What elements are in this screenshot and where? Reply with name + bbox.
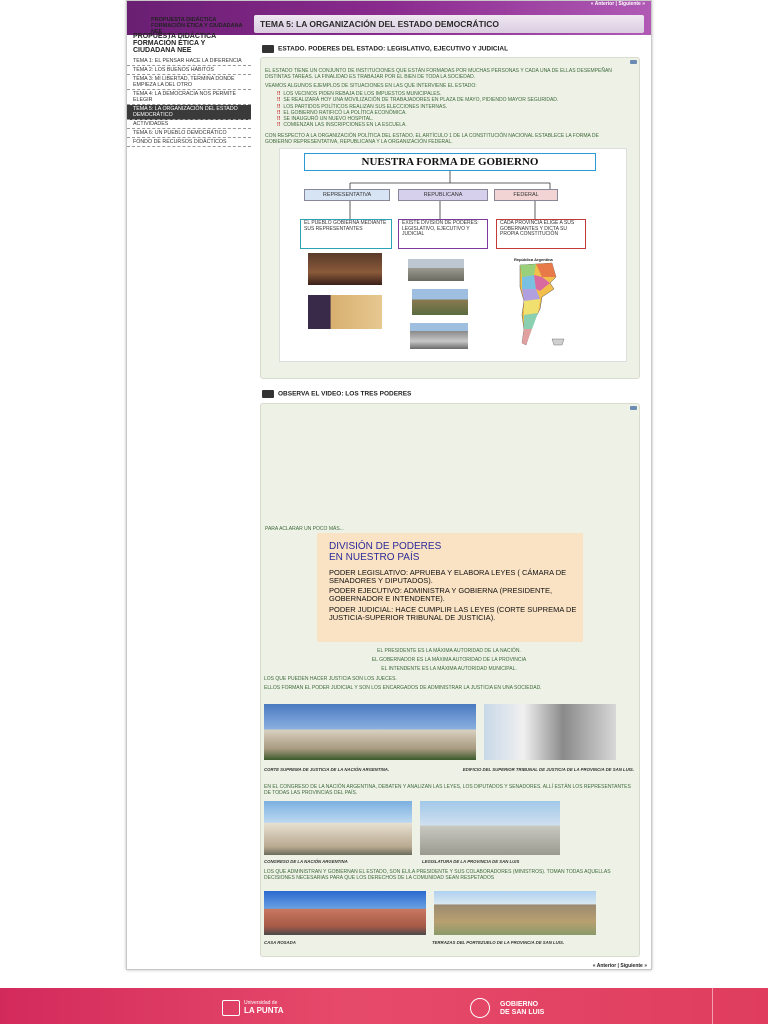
bullet-list: !! LOS VECINOS PIDEN REBAJA DE LOS IMPUES… xyxy=(277,91,627,129)
section-title-video: OBSERVA EL VIDEO: LOS TRES PODERES xyxy=(262,390,411,398)
photo-congreso xyxy=(264,801,412,855)
poderes-title: DIVISIÓN DE PODERES EN NUESTRO PAÍS xyxy=(329,541,442,563)
photo-building-1 xyxy=(408,259,464,281)
judicial-text: ELLOS FORMAN EL PODER JUDICIAL Y SON LOS… xyxy=(264,685,542,691)
desc-federal: CADA PROVINCIA ELIGE A SUS GOBERNANTES Y… xyxy=(496,219,586,249)
collapse-button[interactable] xyxy=(630,406,637,410)
congreso-text: EN EL CONGRESO DE LA NACIÓN ARGENTINA, D… xyxy=(264,784,631,796)
logo-ulp: Universidad de LA PUNTA xyxy=(222,1000,296,1016)
ulp-logo-icon xyxy=(222,1000,240,1016)
caption-congreso: CONGRESO DE LA NACIÓN ARGENTINA xyxy=(264,859,348,864)
intendente-text: EL INTENDENTE ES LA MÁXIMA AUTORIDAD MUN… xyxy=(381,666,517,672)
list-item: !! COMIENZAN LAS INSCRIPCIONES EN LA ESCU… xyxy=(277,122,407,129)
caption-legislatura: LEGISLATURA DE LA PROVINCIA DE SAN LUIS xyxy=(422,859,520,864)
footer-nav-links[interactable]: « Anterior | Siguiente » xyxy=(593,963,647,969)
main-page: « Anterior | Siguiente » PROPUESTA DIDÁC… xyxy=(126,0,652,970)
photo-building-2 xyxy=(412,289,468,315)
jueces-text: LOS QUE PUEDEN HACER JUSTICIA SON LOS JU… xyxy=(264,676,397,682)
photo-superior-tribunal xyxy=(484,704,616,760)
sidebar-item-tema2[interactable]: TEMA 2: LOS BUENOS HÁBITOS xyxy=(127,66,251,75)
gobernador-text: EL GOBERNADOR ES LA MÁXIMA AUTORIDAD DE … xyxy=(371,657,527,663)
intro-text: EL ESTADO TIENE UN CONJUNTO DE INSTITUCI… xyxy=(265,68,612,80)
photo-legislatura xyxy=(420,801,560,855)
collapse-button[interactable] xyxy=(630,60,637,64)
photo-casa-rosada xyxy=(264,891,426,935)
photo-building-3 xyxy=(410,323,468,349)
poder-judicial: PODER JUDICIAL: HACE CUMPLIR LAS LEYES (… xyxy=(329,605,577,622)
sidebar-item-tema3[interactable]: TEMA 3: MI LIBERTAD, TERMINA DONDE EMPIE… xyxy=(127,75,251,90)
section-box-estado: EL ESTADO TIENE UN CONJUNTO DE INSTITUCI… xyxy=(260,57,640,379)
argentina-map: República Argentina xyxy=(512,257,572,349)
box-representativa: REPRESENTATIVA xyxy=(304,189,390,201)
caption-casa-rosada: CASA ROSADA xyxy=(264,940,296,945)
aclarar-text: PARA ACLARAR UN POCO MÁS... xyxy=(265,526,344,532)
sidebar: PROPUESTA DIDÁCTICA FORMACIÓN ÉTICA Y CI… xyxy=(127,31,251,147)
desc-republicana: EXISTE DIVISIÓN DE PODERES: LEGISLATIVO,… xyxy=(398,219,488,249)
footer-divider xyxy=(712,988,713,1024)
section-title-estado: ESTADO. PODERES DEL ESTADO: LEGISLATIVO,… xyxy=(262,45,508,53)
poder-legislativo: PODER LEGISLATIVO: APRUEBA Y ELABORA LEY… xyxy=(329,568,567,585)
constitution-text: CON RESPECTO A LA ORGANIZACIÓN POLÍTICA … xyxy=(265,133,599,145)
header-nav[interactable]: « Anterior | Siguiente » xyxy=(591,1,645,7)
examples-intro: VEAMOS ALGUNOS EJEMPLOS DE SITUACIONES E… xyxy=(265,83,477,89)
section-icon xyxy=(262,390,274,398)
page-title: TEMA 5: LA ORGANIZACIÓN DEL ESTADO DEMOC… xyxy=(260,19,499,29)
photo-corte-suprema xyxy=(264,704,476,760)
sidebar-item-tema4[interactable]: TEMA 4: LA DEMOCRACIA NOS PERMITE ELEGIR xyxy=(127,90,251,105)
caption-terrazas: TERRAZAS DEL PORTEZUELO DE LA PROVINCIA … xyxy=(432,940,565,945)
photo-terrazas xyxy=(434,891,596,935)
forma-gobierno-image: NUESTRA FORMA DE GOBIERNO REPRESENTATIVA… xyxy=(279,148,627,362)
seal-icon xyxy=(470,998,490,1018)
poder-ejecutivo: PODER EJECUTIVO: ADMINISTRA Y GOBIERNA (… xyxy=(329,586,553,603)
sidebar-heading[interactable]: PROPUESTA DIDÁCTICA FORMACIÓN ÉTICA Y CI… xyxy=(127,31,251,57)
caption-edificio: EDIFICIO DEL SUPERIOR TRIBUNAL DE JUSTIC… xyxy=(462,767,634,772)
logo-gobierno-san-luis: GOBIERNO DE SAN LUIS xyxy=(470,998,560,1018)
presidente-text: EL PRESIDENTE ES LA MÁXIMA AUTORIDAD DE … xyxy=(377,648,521,654)
desc-representativa: EL PUEBLO GOBIERNA MEDIANTE SUS REPRESEN… xyxy=(300,219,392,249)
map-icon xyxy=(519,262,565,346)
sidebar-item-tema1[interactable]: TEMA 1: EL PENSAR HACE LA DIFERENCIA xyxy=(127,57,251,66)
photo-congress-session xyxy=(308,253,382,285)
sidebar-item-tema5[interactable]: TEMA 5: LA ORGANIZACIÓN DEL ESTADO DEMOC… xyxy=(127,105,251,120)
sidebar-item-recursos[interactable]: FONDO DE RECURSOS DIDÁCTICOS xyxy=(127,138,251,147)
ejecutivo-text: LOS QUE ADMINISTRAN Y GOBIERNAN EL ESTAD… xyxy=(264,869,611,881)
box-federal: FEDERAL xyxy=(494,189,558,201)
footer-band: Universidad de LA PUNTA GOBIERNO DE SAN … xyxy=(0,988,768,1024)
photo-voting xyxy=(308,295,382,329)
tema-title-bar: TEMA 5: LA ORGANIZACIÓN DEL ESTADO DEMOC… xyxy=(254,15,644,33)
box-republicana: REPUBLICANA xyxy=(398,189,488,201)
sidebar-item-tema6[interactable]: TEMA 6: UN PUEBLO DEMOCRÁTICO xyxy=(127,129,251,138)
division-poderes-image: DIVISIÓN DE PODERES EN NUESTRO PAÍS PODE… xyxy=(317,533,583,642)
section-icon xyxy=(262,45,274,53)
sidebar-item-actividades[interactable]: ACTIVIDADES xyxy=(127,120,251,129)
